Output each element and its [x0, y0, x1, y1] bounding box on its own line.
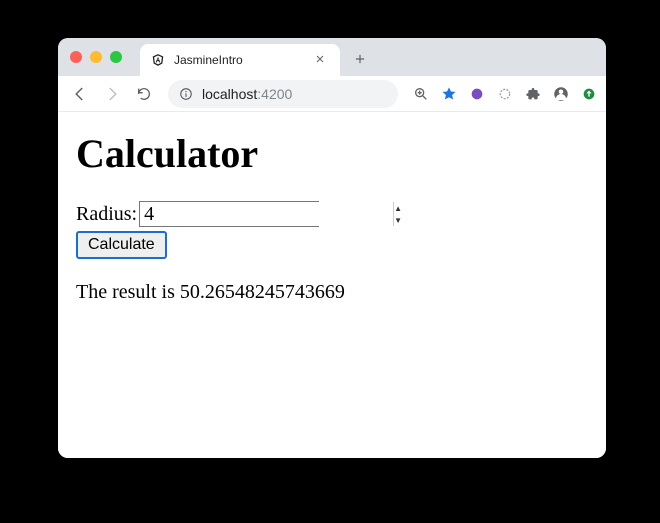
extension-circle-icon[interactable]: [496, 85, 514, 103]
radius-input[interactable]: [140, 202, 393, 226]
close-tab-button[interactable]: [310, 52, 330, 68]
back-button[interactable]: [66, 80, 94, 108]
zoom-icon[interactable]: [412, 85, 430, 103]
toolbar: localhost:4200: [58, 76, 606, 112]
extension-purple-icon[interactable]: [468, 85, 486, 103]
result-value: 50.26548245743669: [180, 281, 345, 303]
spinner-down-button[interactable]: ▼: [394, 214, 402, 226]
page-content: Calculator Radius: ▲ ▼ Calculate The res…: [58, 112, 606, 458]
calculate-button[interactable]: Calculate: [76, 231, 167, 259]
new-tab-button[interactable]: [346, 45, 374, 73]
maximize-window-button[interactable]: [110, 51, 122, 63]
result-text: The result is 50.26548245743669: [76, 281, 588, 304]
url-host: localhost: [202, 86, 257, 102]
angular-favicon-icon: [150, 52, 166, 68]
browser-tab[interactable]: JasmineIntro: [140, 44, 340, 76]
bookmark-star-icon[interactable]: [440, 85, 458, 103]
result-prefix: The result is: [76, 281, 180, 303]
minimize-window-button[interactable]: [90, 51, 102, 63]
close-window-button[interactable]: [70, 51, 82, 63]
tab-title: JasmineIntro: [174, 53, 310, 67]
forward-button[interactable]: [98, 80, 126, 108]
titlebar: JasmineIntro: [58, 38, 606, 76]
url-port: :4200: [257, 86, 292, 102]
radius-input-wrap: ▲ ▼: [139, 201, 319, 227]
spinner-up-button[interactable]: ▲: [394, 202, 402, 214]
radius-label: Radius:: [76, 203, 137, 226]
update-available-icon[interactable]: [580, 85, 598, 103]
profile-icon[interactable]: [552, 85, 570, 103]
window-controls: [70, 51, 122, 63]
reload-button[interactable]: [130, 80, 158, 108]
extensions-puzzle-icon[interactable]: [524, 85, 542, 103]
number-spinner: ▲ ▼: [393, 202, 402, 226]
page-heading: Calculator: [76, 130, 588, 177]
site-info-icon[interactable]: [178, 86, 194, 102]
browser-window: JasmineIntro localhost:4200: [58, 38, 606, 458]
address-bar[interactable]: localhost:4200: [168, 80, 398, 108]
radius-row: Radius: ▲ ▼: [76, 201, 588, 227]
toolbar-icons: [412, 85, 598, 103]
